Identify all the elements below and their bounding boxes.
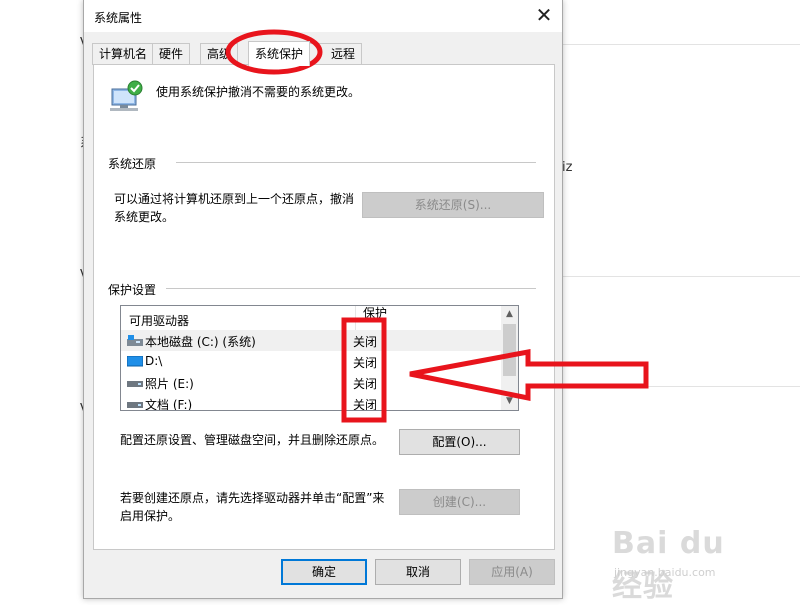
apply-button[interactable]: 应用(A) <box>469 559 555 585</box>
section-divider <box>166 288 536 289</box>
drive-icon <box>127 402 143 408</box>
divider <box>562 276 800 277</box>
tab-advanced[interactable]: 高级 <box>200 43 239 65</box>
vertical-scrollbar[interactable]: ▲ ▼ <box>501 306 518 410</box>
background-text: iz <box>562 160 573 175</box>
restore-section-title: 系统还原 <box>108 157 157 171</box>
scroll-thumb[interactable] <box>503 324 516 376</box>
monitor-drive-icon <box>127 356 143 367</box>
protection-state: 关闭 <box>353 377 378 391</box>
ok-button[interactable]: 确定 <box>281 559 367 585</box>
divider <box>562 44 800 45</box>
watermark-url: jingyan.baidu.com <box>614 566 716 579</box>
drive-row[interactable]: D:\ 关闭 <box>121 351 501 372</box>
cancel-button[interactable]: 取消 <box>375 559 461 585</box>
protection-state: 关闭 <box>353 398 378 411</box>
system-restore-button[interactable]: 系统还原(S)... <box>362 192 544 218</box>
column-header-protection[interactable]: 保护 <box>363 306 387 321</box>
title-bar: 系统属性 ✕ <box>84 0 562 32</box>
column-header-drives[interactable]: 可用驱动器 <box>129 312 189 329</box>
create-button[interactable]: 创建(C)... <box>399 489 520 515</box>
drive-list-header: 可用驱动器 保护 <box>121 306 501 331</box>
divider <box>562 386 800 387</box>
scroll-down-icon[interactable]: ▼ <box>501 393 518 410</box>
configure-button[interactable]: 配置(O)... <box>399 429 520 455</box>
tab-remote[interactable]: 远程 <box>306 43 363 65</box>
drive-row[interactable]: 照片 (E:) 关闭 <box>121 372 501 393</box>
drive-icon <box>127 381 143 387</box>
tab-system-protection[interactable]: 系统保护 <box>248 41 311 66</box>
close-icon[interactable]: ✕ <box>532 4 556 28</box>
create-description: 若要创建还原点，请先选择驱动器并单击“配置”来启用保护。 <box>120 491 385 523</box>
protection-state: 关闭 <box>353 335 378 349</box>
drive-name: 文档 (F:) <box>145 398 193 411</box>
tab-computer-name[interactable]: 计算机名 <box>92 43 155 65</box>
drive-name: 照片 (E:) <box>145 377 194 391</box>
system-properties-dialog: 系统属性 ✕ 计算机名 硬件 高级 远程 系统保护 使用系统保护撤消不需要的系统… <box>83 0 563 599</box>
computer-shield-icon <box>110 80 143 111</box>
drive-name: 本地磁盘 (C:) (系统) <box>145 335 256 349</box>
system-drive-icon <box>127 335 143 346</box>
tab-panel: 使用系统保护撤消不需要的系统更改。 系统还原 可以通过将计算机还原到上一个还原点… <box>93 64 555 550</box>
description-text: 使用系统保护撤消不需要的系统更改。 <box>156 85 361 99</box>
protection-section-title: 保护设置 <box>108 283 157 297</box>
dialog-title: 系统属性 <box>94 11 143 25</box>
scroll-up-icon[interactable]: ▲ <box>501 306 518 323</box>
baidu-watermark: Bai du 经验 jingyan.baidu.com <box>612 520 762 604</box>
drive-row[interactable]: 文档 (F:) 关闭 <box>121 393 501 411</box>
restore-description: 可以通过将计算机还原到上一个还原点，撤消系统更改。 <box>114 192 355 224</box>
drive-list[interactable]: 可用驱动器 保护 本地磁盘 (C:) (系统) 关闭 D:\ 关闭 照片 (E:… <box>120 305 519 411</box>
drive-row[interactable]: 本地磁盘 (C:) (系统) 关闭 <box>121 330 501 351</box>
config-description: 配置还原设置、管理磁盘空间，并且删除还原点。 <box>120 433 385 447</box>
tab-hardware[interactable]: 硬件 <box>152 43 191 65</box>
protection-state: 关闭 <box>353 356 378 370</box>
column-separator <box>355 306 356 330</box>
section-divider <box>176 162 536 163</box>
drive-name: D:\ <box>145 354 163 368</box>
